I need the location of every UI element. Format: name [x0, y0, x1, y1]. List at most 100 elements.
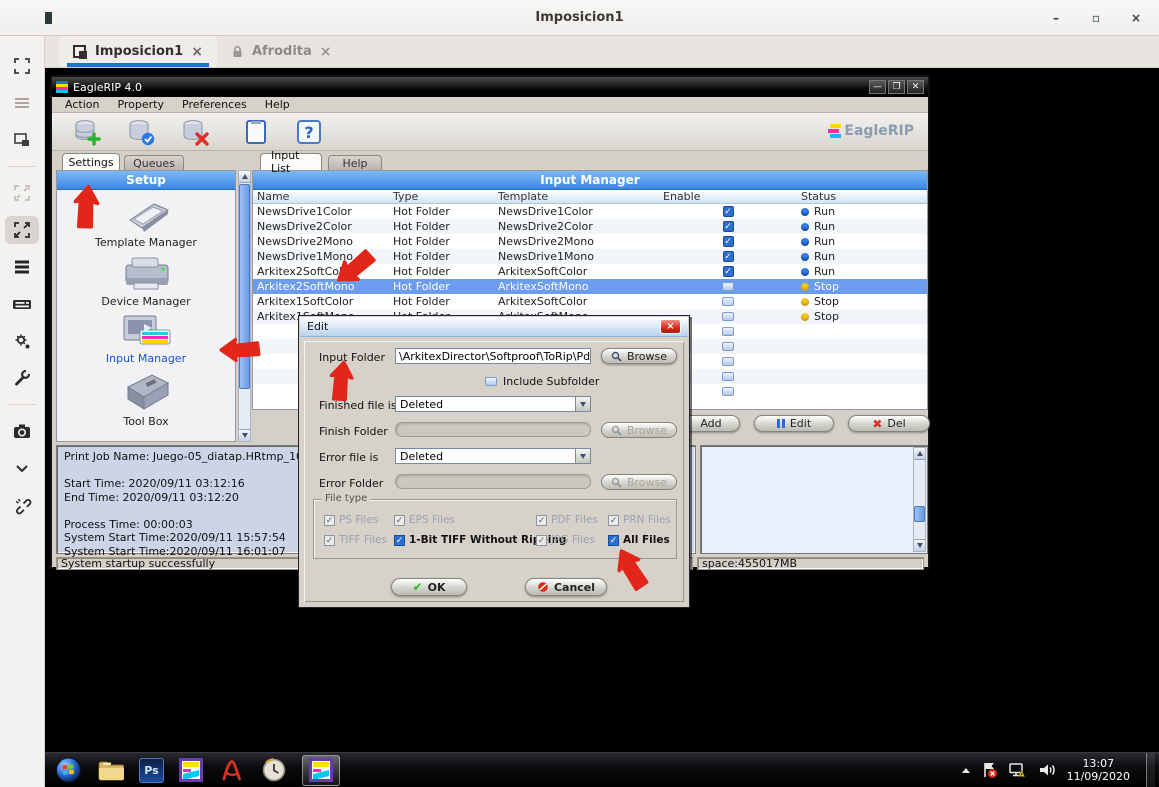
del-button[interactable]: ✖ Del	[848, 415, 930, 432]
menu-item[interactable]: Preferences	[175, 97, 254, 112]
file-type-option[interactable]: PDF Files	[536, 514, 608, 526]
edit-dialog-titlebar[interactable]: Edit ×	[300, 317, 688, 337]
explorer-folder-icon[interactable]	[97, 757, 124, 784]
scroll-thumb[interactable]	[914, 506, 925, 522]
action-center-flag-icon[interactable]	[980, 761, 998, 779]
file-type-checkbox[interactable]	[608, 535, 619, 546]
menu-bold-icon[interactable]	[5, 253, 39, 281]
file-type-option[interactable]: PRN Files	[608, 514, 686, 526]
menu-icon[interactable]	[5, 89, 39, 117]
enable-checkbox[interactable]	[722, 312, 734, 321]
enable-checkbox[interactable]	[723, 206, 734, 217]
multi-monitor-icon[interactable]	[5, 126, 39, 154]
cancel-button[interactable]: Cancel	[525, 578, 607, 596]
dialog-close-button[interactable]: ×	[660, 319, 681, 334]
file-type-checkbox[interactable]	[394, 535, 405, 546]
close-button[interactable]: ×	[1127, 9, 1145, 27]
preferences-gears-icon[interactable]	[5, 327, 39, 355]
disconnect-icon[interactable]	[5, 491, 39, 519]
delete-input-icon[interactable]	[180, 118, 210, 146]
table-row[interactable]: NewsDrive1Color Hot Folder NewsDrive1Col…	[253, 204, 927, 219]
eaglerip-close-button[interactable]: ✕	[907, 80, 924, 94]
column-enable[interactable]: Enable	[663, 190, 793, 203]
show-desktop-button[interactable]	[1146, 753, 1155, 787]
tab-input-list[interactable]: Input List	[260, 153, 322, 170]
tab-help[interactable]: Help	[328, 155, 382, 170]
file-type-checkbox[interactable]	[394, 515, 405, 526]
enable-checkbox[interactable]	[722, 372, 734, 381]
enable-checkbox[interactable]	[723, 266, 734, 277]
taskbar-clock[interactable]: 13:07 11/09/2020	[1067, 757, 1130, 783]
table-row[interactable]: Arkitex1SoftColor Hot Folder ArkitexSoft…	[253, 294, 927, 309]
clock-app-icon[interactable]	[260, 757, 287, 784]
enable-checkbox[interactable]	[723, 236, 734, 247]
menu-item[interactable]: Action	[58, 97, 106, 112]
setup-item-template-manager[interactable]: Template Manager	[95, 198, 197, 249]
close-tab-icon[interactable]: ×	[320, 44, 332, 60]
fullscreen-icon[interactable]	[5, 52, 39, 80]
window-titlebar[interactable]: Imposicion1 – ▫ ×	[0, 0, 1159, 36]
maximize-button[interactable]: ▫	[1087, 9, 1105, 27]
add-input-icon[interactable]	[72, 118, 102, 146]
edit-button[interactable]: Edit	[754, 415, 834, 432]
dropdown-arrow-icon[interactable]	[575, 397, 590, 411]
file-type-option[interactable]: 1-Bit TIFF Without Ripping	[394, 534, 536, 546]
file-type-checkbox[interactable]	[536, 515, 547, 526]
setup-item-device-manager[interactable]: Device Manager	[101, 253, 190, 308]
scroll-down-button[interactable]	[914, 539, 925, 551]
enable-checkbox[interactable]	[722, 387, 734, 396]
screenshot-camera-icon[interactable]	[5, 417, 39, 445]
collapse-chevron-icon[interactable]	[5, 454, 39, 482]
file-type-option[interactable]: EPS Files	[394, 514, 536, 526]
enable-checkbox[interactable]	[723, 221, 734, 232]
column-name[interactable]: Name	[253, 190, 393, 203]
file-type-option[interactable]: JPG Files	[536, 534, 608, 546]
setup-item-tool-box[interactable]: Tool Box	[118, 369, 174, 428]
include-subfolder-checkbox[interactable]	[485, 377, 497, 386]
enable-checkbox[interactable]	[723, 251, 734, 262]
input-list-icon[interactable]	[242, 118, 272, 146]
keyboard-icon[interactable]	[5, 290, 39, 318]
file-type-checkbox[interactable]	[536, 535, 547, 546]
error-file-select[interactable]: Deleted	[395, 448, 591, 464]
scroll-down-button[interactable]	[239, 429, 250, 441]
file-type-checkbox[interactable]	[324, 515, 335, 526]
add-button[interactable]: Add	[682, 415, 740, 432]
acrobat-icon[interactable]	[218, 757, 245, 784]
start-button[interactable]	[55, 757, 82, 784]
network-warning-icon[interactable]	[1008, 761, 1028, 779]
tab-settings[interactable]: Settings	[62, 153, 120, 170]
column-status[interactable]: Status	[793, 190, 923, 203]
scroll-up-button[interactable]	[914, 448, 925, 460]
file-type-option[interactable]: PS Files	[324, 514, 394, 526]
column-template[interactable]: Template	[498, 190, 663, 203]
file-type-checkbox[interactable]	[608, 515, 619, 526]
eaglerip-taskbar-icon[interactable]	[179, 758, 203, 782]
eaglerip-minimize-button[interactable]: —	[869, 80, 886, 94]
table-row[interactable]: NewsDrive2Mono Hot Folder NewsDrive2Mono…	[253, 234, 927, 249]
finished-file-select[interactable]: Deleted	[395, 396, 591, 412]
volume-icon[interactable]	[1038, 761, 1057, 779]
photoshop-icon[interactable]: Ps	[139, 758, 164, 783]
help-icon[interactable]: ?	[294, 118, 324, 146]
menu-item[interactable]: Help	[258, 97, 297, 112]
dropdown-arrow-icon[interactable]	[575, 449, 590, 463]
input-folder-browse-button[interactable]: Browse	[601, 348, 677, 364]
enable-input-icon[interactable]	[126, 118, 156, 146]
scale-icon[interactable]	[5, 216, 39, 244]
log-scrollbar[interactable]	[913, 447, 926, 552]
scale-quality-icon[interactable]	[5, 179, 39, 207]
hidden-icons-arrow-icon[interactable]	[962, 768, 970, 773]
enable-checkbox[interactable]	[722, 327, 734, 336]
eaglerip-maximize-button[interactable]: ❒	[888, 80, 905, 94]
tab-imposicion1[interactable]: Imposicion1 ×	[59, 36, 217, 67]
ok-button[interactable]: ✔ OK	[391, 578, 467, 596]
file-type-option[interactable]: All Files	[608, 534, 686, 546]
enable-checkbox[interactable]	[722, 357, 734, 366]
column-type[interactable]: Type	[393, 190, 498, 203]
enable-checkbox[interactable]	[722, 297, 734, 306]
input-folder-field[interactable]: \ArkitexDirector\Softproof\ToRip\Pdf\Mon…	[395, 348, 591, 364]
menu-item[interactable]: Property	[110, 97, 171, 112]
table-row[interactable]: NewsDrive2Color Hot Folder NewsDrive2Col…	[253, 219, 927, 234]
setup-item-input-manager[interactable]: Input Manager	[106, 312, 186, 365]
